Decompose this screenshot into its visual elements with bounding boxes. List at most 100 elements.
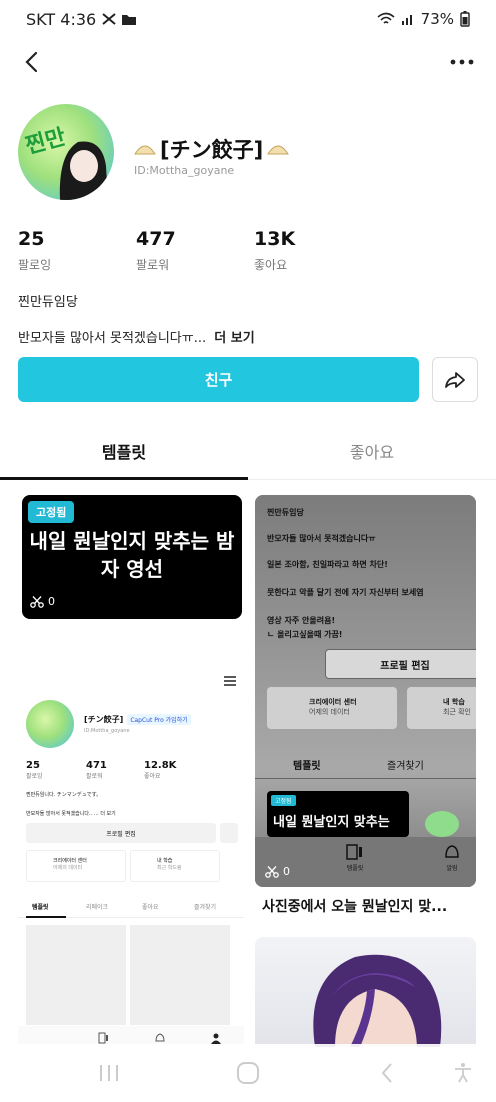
preview-nav-alerts: 알림	[443, 843, 461, 872]
bio-line-2: 반모자들 많아서 못적겠습니다ㅠ... 더 보기	[18, 327, 255, 346]
preview-navbar: 템플릿 알림	[255, 837, 476, 887]
wifi-icon	[377, 12, 395, 24]
preview-text-line: 영상 자주 안올려욤!	[267, 616, 336, 625]
preview-text-line: 일본 조아함, 친일파라고 하면 차단!	[267, 560, 388, 569]
bio-line-1: 찐만듀임당	[18, 295, 78, 310]
preview-my-learning: 내 학습 최근 확인	[407, 687, 476, 729]
preview-creator-label: 크리에이터 센터	[53, 858, 87, 864]
preview-edit-button: 프로필 편집	[325, 649, 476, 679]
nickname: [チン餃子]	[134, 134, 290, 164]
recent-apps-button[interactable]	[94, 1060, 124, 1086]
usage-number: 0	[283, 865, 290, 878]
preview-tabs: 템플릿 즐겨찾기	[255, 749, 476, 779]
preview-grid-item	[26, 925, 126, 1025]
more-horizontal-icon	[450, 59, 474, 65]
pinned-badge: 고정됨	[28, 501, 75, 523]
preview-learn-label: 내 학습	[157, 858, 173, 864]
stat-likes[interactable]: 13K 좋아요	[254, 228, 295, 273]
battery-icon	[460, 11, 470, 27]
preview-my-learning: 내 학습 최근 학드림	[130, 850, 220, 882]
usage-number: 0	[48, 595, 55, 608]
accessibility-icon	[455, 1063, 471, 1083]
preview-nav-label: 템플릿	[346, 865, 364, 872]
stat-value: 13K	[254, 228, 296, 250]
stat-label: 팔로워	[136, 258, 170, 272]
preview-text-line: ㄴ 올리고싶을때 가끔!	[267, 630, 343, 639]
usage-count: 0	[30, 595, 55, 608]
preview-stat-value: 471	[86, 760, 107, 771]
preview-tab: 좋아요	[142, 904, 159, 911]
preview-tab: 즐겨찾기	[387, 761, 424, 772]
preview-edit-button: 프로필 편집	[26, 823, 216, 843]
preview-tab: 템플릿	[32, 904, 49, 911]
share-button[interactable]	[432, 357, 478, 402]
stat-value: 25	[18, 228, 45, 250]
preview-pinned-card: 고정됨 내일 뭔날인지 맞추는	[267, 791, 409, 837]
preview-grid-item	[130, 925, 230, 1025]
back-arrow-icon	[381, 1063, 392, 1083]
scissors-icon	[30, 595, 44, 608]
signal-icon	[401, 15, 412, 25]
template-card-pinned[interactable]: 고정됨 내일 뭔날인지 맞추는 밤자 영선 0	[22, 495, 242, 619]
preview-nickname: [チン餃子]	[84, 715, 124, 724]
more-options-button[interactable]	[446, 46, 478, 78]
avatar[interactable]: 찐만	[18, 104, 114, 200]
chevron-left-icon	[25, 51, 38, 73]
stats: 25 팔로잉 477 팔로워 13K 좋아요	[18, 228, 478, 276]
content-tabs: 템플릿 좋아요	[0, 424, 496, 480]
tab-indicator	[0, 477, 248, 480]
system-back-button[interactable]	[372, 1060, 402, 1086]
menu-icon	[224, 676, 236, 686]
preview-learn-sub: 최근 학드림	[157, 865, 182, 871]
capcut-pro-badge: CapCut Pro 가입하기	[127, 714, 191, 725]
recent-apps-icon	[100, 1065, 118, 1081]
user-id: ID:Mottha_goyane	[134, 164, 235, 177]
template-card-profile-preview[interactable]: [チン餃子] CapCut Pro 가입하기 ID:Mottha_goyane …	[18, 660, 244, 1050]
preview-avatar	[26, 700, 74, 748]
battery-text: 73%	[420, 10, 454, 28]
preview-stat-value: 25	[26, 760, 40, 771]
status-bar: SKT 4:36 73%	[0, 0, 496, 38]
top-bar	[0, 38, 496, 88]
preview-stat-label: 좋아요	[144, 773, 161, 780]
preview-name-row: [チン餃子] CapCut Pro 가입하기	[84, 714, 191, 725]
preview-text-line: 반모자들 많아서 못적겠습니다ㅠ	[267, 534, 376, 543]
stat-value: 477	[136, 228, 176, 250]
preview-tab: 템플릿	[293, 761, 321, 772]
capcut-status-icon	[102, 13, 116, 25]
status-left: SKT 4:36	[26, 10, 137, 29]
bio-more-link[interactable]: 더 보기	[214, 331, 254, 346]
dumpling-icon	[134, 145, 156, 155]
stat-label: 팔로잉	[18, 258, 52, 272]
accessibility-button[interactable]	[448, 1060, 478, 1086]
preview-creator-sub: 어제의 데이터	[53, 865, 83, 871]
scissors-icon	[265, 865, 279, 878]
nickname-text: [チン餃子]	[160, 138, 264, 162]
preview-pinned-badge: 고정됨	[271, 795, 296, 806]
tab-templates[interactable]: 템플릿	[0, 424, 248, 478]
bell-icon	[445, 845, 459, 858]
preview-nav-icon	[98, 1032, 108, 1044]
preview-user-icon	[211, 1033, 221, 1044]
template-card-bio-preview[interactable]: 찐만듀임당 반모자들 많아서 못적겠습니다ㅠ 일본 조아함, 친일파라고 하면 …	[255, 495, 476, 887]
template-caption[interactable]: 사진중에서 오늘 뭔날인지 맞...	[262, 896, 447, 916]
stat-followers[interactable]: 477 팔로워	[136, 228, 176, 273]
template-card-illustration[interactable]	[255, 937, 476, 1047]
preview-stat-label: 팔로잉	[26, 773, 43, 780]
back-button[interactable]	[16, 46, 48, 78]
preview-tab-indicator	[26, 916, 66, 918]
preview-stat-label: 팔로워	[86, 773, 103, 780]
preview-bio-1: 찐만듀임니다. チンマンデュです。	[26, 792, 102, 798]
stat-following[interactable]: 25 팔로잉	[18, 228, 51, 273]
template-title: 내일 뭔날인지 맞추는 밤자 영선	[29, 529, 235, 581]
preview-text-line: 찐만듀임당	[267, 508, 304, 517]
tab-likes[interactable]: 좋아요	[248, 424, 496, 478]
preview-avatar	[425, 811, 459, 837]
friend-button[interactable]: 친구	[18, 357, 419, 402]
preview-tab: 즐겨찾기	[194, 904, 217, 911]
preview-nav-label: 알림	[446, 865, 458, 872]
preview-learn-sub: 최근 확인	[443, 708, 471, 716]
home-button[interactable]	[233, 1060, 263, 1086]
preview-tab: 리메이크	[86, 904, 109, 911]
usage-count: 0	[265, 865, 290, 878]
